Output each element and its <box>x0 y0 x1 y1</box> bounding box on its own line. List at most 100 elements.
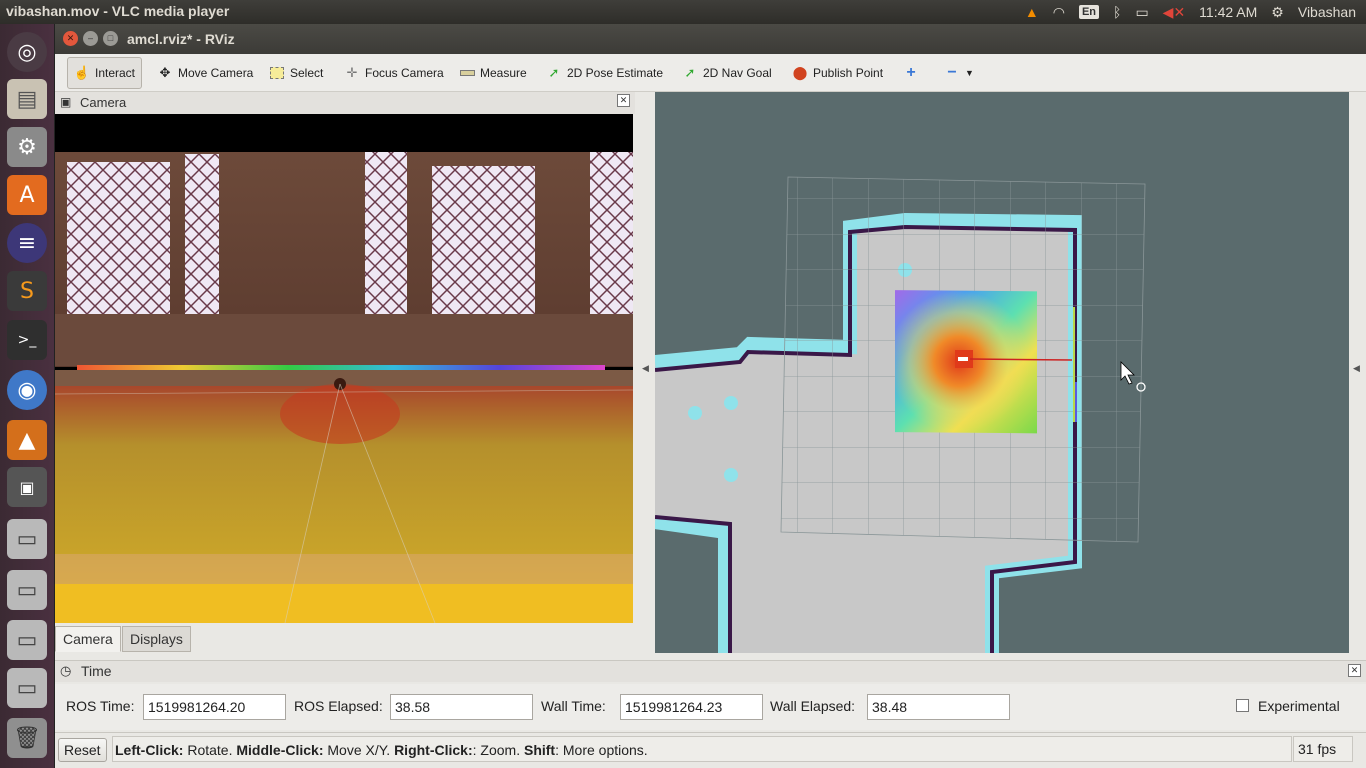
experimental-label: Experimental <box>1258 698 1340 714</box>
chromium-icon[interactable]: ◉ <box>7 370 47 410</box>
map-pin-icon: ⬤ <box>792 65 808 80</box>
pose-estimate-tool-button[interactable]: ➚ 2D Pose Estimate <box>540 57 669 89</box>
splitter-left[interactable]: ◀ <box>638 92 654 653</box>
reset-button[interactable]: Reset <box>58 738 107 762</box>
terminal-icon[interactable]: >_ <box>7 320 47 360</box>
hint-right-click: Right-Click: <box>394 742 473 758</box>
minimize-window-button[interactable]: – <box>83 31 98 46</box>
ros-elapsed-field[interactable]: 38.58 <box>390 694 533 720</box>
chevron-left-icon: ◀ <box>642 364 649 374</box>
wifi-icon[interactable]: ◠ <box>1053 4 1065 21</box>
hint-middle-click: Middle-Click: <box>236 742 324 758</box>
drive-icon[interactable]: ▭ <box>7 668 47 708</box>
hint-left-click: Left-Click: <box>115 742 184 758</box>
select-tool-button[interactable]: Select <box>263 57 329 89</box>
tool-label: 2D Pose Estimate <box>567 66 664 80</box>
ros-time-field[interactable]: 1519981264.20 <box>143 694 286 720</box>
move-camera-tool-button[interactable]: ✥ Move Camera <box>151 57 259 89</box>
volume-muted-icon[interactable]: ◀✕ <box>1163 4 1186 21</box>
rviz-toolbar: ☝ Interact ✥ Move Camera Select ✛ Focus … <box>55 54 1366 92</box>
time-panel-header: ◷ Time ✕ <box>55 660 1366 682</box>
occupancy-map <box>655 176 1146 653</box>
tool-label: Move Camera <box>178 66 254 80</box>
plus-icon: + <box>906 64 916 81</box>
focus-camera-tool-button[interactable]: ✛ Focus Camera <box>338 57 450 89</box>
interact-tool-button[interactable]: ☝ Interact <box>67 57 143 89</box>
clock[interactable]: 11:42 AM <box>1199 4 1257 20</box>
keyboard-layout-indicator[interactable]: En <box>1078 5 1100 19</box>
drive-icon[interactable]: ▭ <box>7 570 47 610</box>
hint-move: Move X/Y. <box>323 742 395 758</box>
hint-rotate: Rotate. <box>183 742 237 758</box>
camera-image-view[interactable] <box>55 114 633 623</box>
experimental-checkbox[interactable] <box>1236 699 1249 712</box>
battery-icon[interactable]: ▭ <box>1135 4 1148 21</box>
panel-title: Camera <box>80 95 127 110</box>
tool-label: Focus Camera <box>365 66 444 80</box>
window-titlebar: ✕ – □ amcl.rviz* - RViz <box>55 24 1366 54</box>
crosshair-icon: ✛ <box>346 65 358 80</box>
tool-label: Select <box>290 66 324 80</box>
tool-label: Publish Point <box>813 66 884 80</box>
vlc-icon[interactable]: ▲ <box>7 420 47 460</box>
hand-icon: ☝ <box>73 65 91 80</box>
green-arrow-icon: ➚ <box>684 65 696 80</box>
ubuntu-dash-icon[interactable]: ◎ <box>7 32 47 72</box>
clock-icon: ◷ <box>60 663 72 678</box>
rviz-3d-view[interactable] <box>655 92 1349 653</box>
status-bar: Reset Left-Click: Rotate. Middle-Click: … <box>55 732 1366 768</box>
time-panel-title: Time <box>81 663 112 679</box>
workspaces-icon[interactable]: ▣ <box>7 467 47 507</box>
drive-icon[interactable]: ▭ <box>7 519 47 559</box>
camera-feed-image <box>55 114 633 623</box>
remove-tool-button[interactable]: − ▼ <box>938 57 980 89</box>
unity-launcher: ◎ ▤ ⚙ A ≡ S >_ ◉ ▲ ▣ ▭ ▭ ▭ ▭ 🗑 <box>0 24 55 768</box>
hint-more: : More options. <box>555 742 648 758</box>
hint-shift: Shift <box>523 742 556 758</box>
publish-point-tool-button[interactable]: ⬤ Publish Point <box>786 57 889 89</box>
fps-counter: 31 fps <box>1293 736 1353 762</box>
ruler-icon <box>459 65 475 81</box>
bluetooth-icon[interactable]: ᛒ <box>1113 4 1121 20</box>
close-panel-icon[interactable]: ✕ <box>617 94 630 107</box>
move-camera-icon: ✥ <box>159 65 171 80</box>
tab-displays[interactable]: Displays <box>122 626 191 652</box>
measure-tool-button[interactable]: Measure <box>453 57 533 89</box>
system-tray: ▲ ◠ En ᛒ ▭ ◀✕ 11:42 AM ⚙ Vibashan <box>1025 2 1356 22</box>
view-controls-hint: Left-Click: Rotate. Middle-Click: Move X… <box>112 736 1292 762</box>
close-panel-icon[interactable]: ✕ <box>1348 664 1361 677</box>
chevron-down-icon: ▼ <box>965 68 974 78</box>
system-top-bar: vibashan.mov - VLC media player ▲ ◠ En ᛒ… <box>0 0 1366 24</box>
close-window-button[interactable]: ✕ <box>63 31 78 46</box>
time-panel-fields: ROS Time: 1519981264.20 ROS Elapsed: 38.… <box>55 684 1366 730</box>
green-arrow-icon: ➚ <box>548 65 560 80</box>
wall-elapsed-label: Wall Elapsed: <box>770 698 856 714</box>
tab-camera[interactable]: Camera <box>55 626 121 652</box>
eclipse-icon[interactable]: ≡ <box>7 223 47 263</box>
tool-label: 2D Nav Goal <box>703 66 772 80</box>
files-icon[interactable]: ▤ <box>7 79 47 119</box>
active-app-title: vibashan.mov - VLC media player <box>6 3 230 19</box>
software-center-icon[interactable]: A <box>7 175 47 215</box>
drive-icon[interactable]: ▭ <box>7 620 47 660</box>
chevron-left-icon: ◀ <box>1353 364 1360 374</box>
wall-time-field[interactable]: 1519981264.23 <box>620 694 763 720</box>
window-title: amcl.rviz* - RViz <box>127 31 235 47</box>
wall-elapsed-field[interactable]: 38.48 <box>867 694 1010 720</box>
system-settings-icon[interactable]: ⚙ <box>7 127 47 167</box>
camera-panel-header: ▣ Camera ✕ <box>55 92 635 114</box>
nav-goal-tool-button[interactable]: ➚ 2D Nav Goal <box>676 57 778 89</box>
panel-icon: ▣ <box>60 95 72 109</box>
sublime-text-icon[interactable]: S <box>7 271 47 311</box>
add-tool-button[interactable]: + <box>897 57 925 89</box>
rviz-window: ✕ – □ amcl.rviz* - RViz ☝ Interact ✥ Mov… <box>55 24 1366 768</box>
maximize-window-button[interactable]: □ <box>103 31 118 46</box>
select-icon <box>269 65 285 81</box>
trash-icon[interactable]: 🗑 <box>7 718 47 758</box>
tool-label: Interact <box>95 66 136 80</box>
vlc-tray-icon[interactable]: ▲ <box>1025 4 1039 20</box>
user-name[interactable]: Vibashan <box>1298 4 1356 20</box>
ros-elapsed-label: ROS Elapsed: <box>294 698 383 714</box>
splitter-right[interactable]: ◀ <box>1349 92 1366 653</box>
session-gear-icon[interactable]: ⚙ <box>1271 4 1284 21</box>
